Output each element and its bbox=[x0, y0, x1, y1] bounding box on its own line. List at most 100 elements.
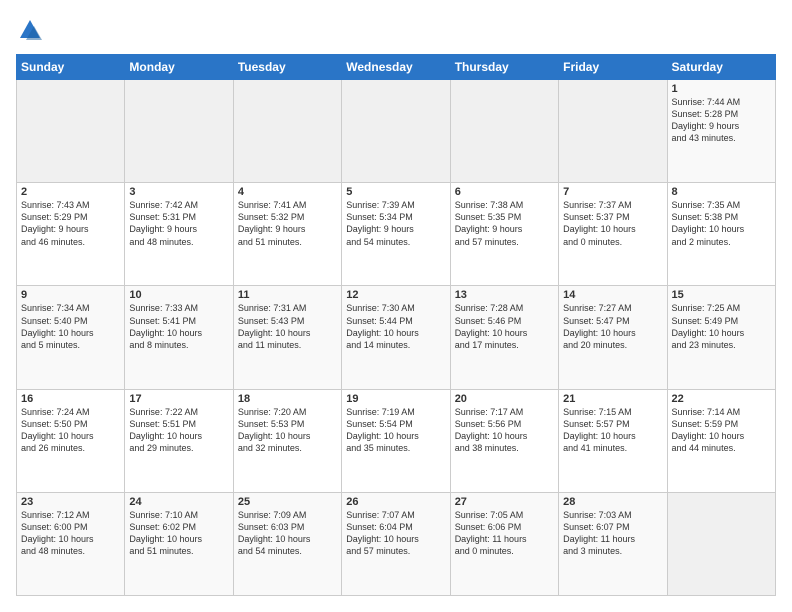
header-day-monday: Monday bbox=[125, 55, 233, 80]
day-number: 7 bbox=[563, 186, 662, 198]
day-info: Sunrise: 7:09 AM Sunset: 6:03 PM Dayligh… bbox=[238, 509, 337, 558]
day-cell bbox=[17, 80, 125, 183]
day-info: Sunrise: 7:24 AM Sunset: 5:50 PM Dayligh… bbox=[21, 406, 120, 455]
logo bbox=[16, 16, 48, 44]
day-cell: 2Sunrise: 7:43 AM Sunset: 5:29 PM Daylig… bbox=[17, 183, 125, 286]
day-info: Sunrise: 7:41 AM Sunset: 5:32 PM Dayligh… bbox=[238, 199, 337, 248]
day-number: 23 bbox=[21, 496, 120, 508]
day-number: 18 bbox=[238, 393, 337, 405]
day-cell: 5Sunrise: 7:39 AM Sunset: 5:34 PM Daylig… bbox=[342, 183, 450, 286]
day-info: Sunrise: 7:22 AM Sunset: 5:51 PM Dayligh… bbox=[129, 406, 228, 455]
day-number: 27 bbox=[455, 496, 554, 508]
day-info: Sunrise: 7:14 AM Sunset: 5:59 PM Dayligh… bbox=[672, 406, 771, 455]
day-info: Sunrise: 7:43 AM Sunset: 5:29 PM Dayligh… bbox=[21, 199, 120, 248]
day-number: 6 bbox=[455, 186, 554, 198]
day-cell: 28Sunrise: 7:03 AM Sunset: 6:07 PM Dayli… bbox=[559, 492, 667, 595]
logo-icon bbox=[16, 16, 44, 44]
day-cell bbox=[125, 80, 233, 183]
day-info: Sunrise: 7:30 AM Sunset: 5:44 PM Dayligh… bbox=[346, 302, 445, 351]
day-cell: 13Sunrise: 7:28 AM Sunset: 5:46 PM Dayli… bbox=[450, 286, 558, 389]
day-info: Sunrise: 7:12 AM Sunset: 6:00 PM Dayligh… bbox=[21, 509, 120, 558]
day-cell bbox=[667, 492, 775, 595]
day-info: Sunrise: 7:38 AM Sunset: 5:35 PM Dayligh… bbox=[455, 199, 554, 248]
day-cell: 4Sunrise: 7:41 AM Sunset: 5:32 PM Daylig… bbox=[233, 183, 341, 286]
day-cell: 8Sunrise: 7:35 AM Sunset: 5:38 PM Daylig… bbox=[667, 183, 775, 286]
day-info: Sunrise: 7:27 AM Sunset: 5:47 PM Dayligh… bbox=[563, 302, 662, 351]
day-cell: 27Sunrise: 7:05 AM Sunset: 6:06 PM Dayli… bbox=[450, 492, 558, 595]
day-cell: 24Sunrise: 7:10 AM Sunset: 6:02 PM Dayli… bbox=[125, 492, 233, 595]
header-row: SundayMondayTuesdayWednesdayThursdayFrid… bbox=[17, 55, 776, 80]
day-cell: 11Sunrise: 7:31 AM Sunset: 5:43 PM Dayli… bbox=[233, 286, 341, 389]
day-number: 22 bbox=[672, 393, 771, 405]
day-number: 21 bbox=[563, 393, 662, 405]
day-number: 5 bbox=[346, 186, 445, 198]
day-number: 15 bbox=[672, 289, 771, 301]
day-number: 14 bbox=[563, 289, 662, 301]
day-cell: 19Sunrise: 7:19 AM Sunset: 5:54 PM Dayli… bbox=[342, 389, 450, 492]
day-info: Sunrise: 7:07 AM Sunset: 6:04 PM Dayligh… bbox=[346, 509, 445, 558]
day-info: Sunrise: 7:25 AM Sunset: 5:49 PM Dayligh… bbox=[672, 302, 771, 351]
day-cell: 18Sunrise: 7:20 AM Sunset: 5:53 PM Dayli… bbox=[233, 389, 341, 492]
day-cell: 12Sunrise: 7:30 AM Sunset: 5:44 PM Dayli… bbox=[342, 286, 450, 389]
header-day-saturday: Saturday bbox=[667, 55, 775, 80]
day-cell: 1Sunrise: 7:44 AM Sunset: 5:28 PM Daylig… bbox=[667, 80, 775, 183]
day-cell: 6Sunrise: 7:38 AM Sunset: 5:35 PM Daylig… bbox=[450, 183, 558, 286]
week-row-4: 16Sunrise: 7:24 AM Sunset: 5:50 PM Dayli… bbox=[17, 389, 776, 492]
week-row-2: 2Sunrise: 7:43 AM Sunset: 5:29 PM Daylig… bbox=[17, 183, 776, 286]
day-number: 3 bbox=[129, 186, 228, 198]
day-info: Sunrise: 7:10 AM Sunset: 6:02 PM Dayligh… bbox=[129, 509, 228, 558]
day-number: 11 bbox=[238, 289, 337, 301]
day-number: 10 bbox=[129, 289, 228, 301]
day-cell: 9Sunrise: 7:34 AM Sunset: 5:40 PM Daylig… bbox=[17, 286, 125, 389]
day-info: Sunrise: 7:15 AM Sunset: 5:57 PM Dayligh… bbox=[563, 406, 662, 455]
day-info: Sunrise: 7:37 AM Sunset: 5:37 PM Dayligh… bbox=[563, 199, 662, 248]
day-cell bbox=[450, 80, 558, 183]
day-number: 2 bbox=[21, 186, 120, 198]
day-info: Sunrise: 7:39 AM Sunset: 5:34 PM Dayligh… bbox=[346, 199, 445, 248]
day-cell bbox=[559, 80, 667, 183]
day-number: 19 bbox=[346, 393, 445, 405]
day-cell: 10Sunrise: 7:33 AM Sunset: 5:41 PM Dayli… bbox=[125, 286, 233, 389]
day-number: 26 bbox=[346, 496, 445, 508]
day-number: 4 bbox=[238, 186, 337, 198]
day-info: Sunrise: 7:35 AM Sunset: 5:38 PM Dayligh… bbox=[672, 199, 771, 248]
day-cell bbox=[342, 80, 450, 183]
day-number: 20 bbox=[455, 393, 554, 405]
header-day-wednesday: Wednesday bbox=[342, 55, 450, 80]
week-row-5: 23Sunrise: 7:12 AM Sunset: 6:00 PM Dayli… bbox=[17, 492, 776, 595]
day-cell: 26Sunrise: 7:07 AM Sunset: 6:04 PM Dayli… bbox=[342, 492, 450, 595]
day-cell: 20Sunrise: 7:17 AM Sunset: 5:56 PM Dayli… bbox=[450, 389, 558, 492]
header-day-friday: Friday bbox=[559, 55, 667, 80]
day-number: 13 bbox=[455, 289, 554, 301]
day-cell: 21Sunrise: 7:15 AM Sunset: 5:57 PM Dayli… bbox=[559, 389, 667, 492]
day-number: 9 bbox=[21, 289, 120, 301]
day-number: 17 bbox=[129, 393, 228, 405]
day-number: 12 bbox=[346, 289, 445, 301]
day-info: Sunrise: 7:03 AM Sunset: 6:07 PM Dayligh… bbox=[563, 509, 662, 558]
week-row-1: 1Sunrise: 7:44 AM Sunset: 5:28 PM Daylig… bbox=[17, 80, 776, 183]
day-cell: 14Sunrise: 7:27 AM Sunset: 5:47 PM Dayli… bbox=[559, 286, 667, 389]
day-number: 16 bbox=[21, 393, 120, 405]
calendar-table: SundayMondayTuesdayWednesdayThursdayFrid… bbox=[16, 54, 776, 596]
day-number: 24 bbox=[129, 496, 228, 508]
day-info: Sunrise: 7:34 AM Sunset: 5:40 PM Dayligh… bbox=[21, 302, 120, 351]
day-number: 8 bbox=[672, 186, 771, 198]
day-info: Sunrise: 7:42 AM Sunset: 5:31 PM Dayligh… bbox=[129, 199, 228, 248]
week-row-3: 9Sunrise: 7:34 AM Sunset: 5:40 PM Daylig… bbox=[17, 286, 776, 389]
day-cell: 15Sunrise: 7:25 AM Sunset: 5:49 PM Dayli… bbox=[667, 286, 775, 389]
day-cell: 25Sunrise: 7:09 AM Sunset: 6:03 PM Dayli… bbox=[233, 492, 341, 595]
calendar-body: 1Sunrise: 7:44 AM Sunset: 5:28 PM Daylig… bbox=[17, 80, 776, 596]
day-info: Sunrise: 7:31 AM Sunset: 5:43 PM Dayligh… bbox=[238, 302, 337, 351]
day-info: Sunrise: 7:19 AM Sunset: 5:54 PM Dayligh… bbox=[346, 406, 445, 455]
day-info: Sunrise: 7:28 AM Sunset: 5:46 PM Dayligh… bbox=[455, 302, 554, 351]
header-day-tuesday: Tuesday bbox=[233, 55, 341, 80]
day-cell: 23Sunrise: 7:12 AM Sunset: 6:00 PM Dayli… bbox=[17, 492, 125, 595]
day-cell: 3Sunrise: 7:42 AM Sunset: 5:31 PM Daylig… bbox=[125, 183, 233, 286]
day-cell: 22Sunrise: 7:14 AM Sunset: 5:59 PM Dayli… bbox=[667, 389, 775, 492]
day-number: 25 bbox=[238, 496, 337, 508]
day-cell: 16Sunrise: 7:24 AM Sunset: 5:50 PM Dayli… bbox=[17, 389, 125, 492]
header bbox=[16, 16, 776, 44]
day-cell: 17Sunrise: 7:22 AM Sunset: 5:51 PM Dayli… bbox=[125, 389, 233, 492]
calendar-header: SundayMondayTuesdayWednesdayThursdayFrid… bbox=[17, 55, 776, 80]
day-info: Sunrise: 7:44 AM Sunset: 5:28 PM Dayligh… bbox=[672, 96, 771, 145]
